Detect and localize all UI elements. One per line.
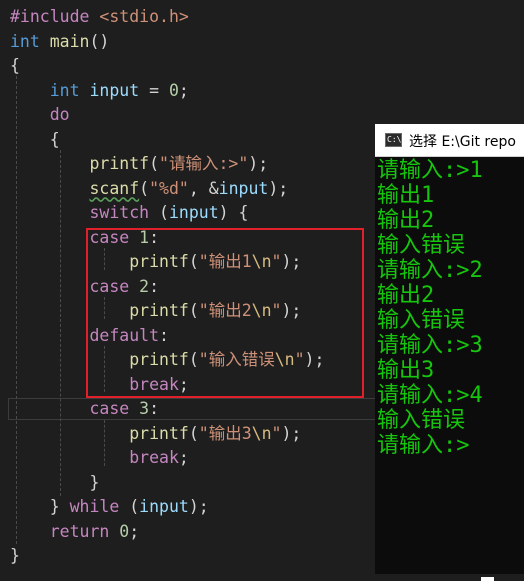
code-token: 0	[119, 521, 130, 541]
code-token: (	[188, 423, 199, 443]
console-output-line: 请输入:>2	[377, 258, 483, 283]
console-output-line: 请输入:>1	[377, 158, 483, 183]
code-token: \n	[251, 423, 272, 443]
code-line: return 0;	[10, 520, 139, 544]
code-token: }	[10, 472, 100, 492]
code-token: ) {	[218, 203, 249, 222]
code-token: ;	[178, 80, 189, 100]
code-token: }	[10, 497, 70, 516]
code-line: int main()	[10, 30, 109, 54]
code-token: case	[89, 399, 130, 418]
code-token: scanf	[89, 178, 140, 198]
code-token: ()	[89, 31, 110, 51]
code-token: );	[281, 423, 302, 443]
code-token: input	[168, 203, 219, 222]
code-line: switch (input) {	[10, 201, 248, 225]
code-token: printf	[89, 154, 150, 173]
code-token: <stdio.h>	[99, 7, 189, 26]
code-token: return	[49, 521, 110, 541]
console-output-line: 请输入:>	[377, 433, 470, 458]
console-titlebar[interactable]: C:\ 选择 E:\Git repo	[375, 124, 524, 157]
console-output-line: 输出2	[377, 208, 435, 233]
code-token: );	[268, 178, 289, 198]
code-token: {	[10, 129, 60, 149]
annotation-red-box	[86, 228, 364, 398]
code-line: }	[10, 544, 20, 568]
code-token: "输出3	[198, 423, 252, 443]
console-window[interactable]: C:\ 选择 E:\Git repo 请输入:>1 输出1 输出2 输入错误 请输入:>…	[375, 124, 524, 581]
code-line: do	[10, 103, 70, 127]
console-title: 选择 E:\Git repo	[409, 134, 516, 150]
code-token: :	[149, 399, 160, 418]
code-token: main	[49, 31, 90, 51]
code-token: break	[129, 448, 179, 467]
code-line: break;	[10, 446, 189, 470]
console-output-line: 输入错误	[377, 233, 466, 258]
code-token: (	[139, 178, 150, 198]
code-token: {	[10, 56, 20, 75]
code-token: (	[149, 154, 160, 173]
code-line: printf("输出3\n");	[10, 422, 301, 446]
console-cursor	[481, 577, 494, 581]
code-line: scanf("%d", &input);	[10, 177, 288, 201]
code-line: printf("请输入:>");	[10, 152, 268, 176]
code-token: "%d"	[149, 178, 189, 198]
console-output-line: 输出2	[377, 283, 435, 308]
code-token: );	[248, 154, 269, 173]
code-token: "请输入:>"	[159, 154, 249, 173]
code-line: int input = 0;	[10, 79, 189, 103]
code-token: #include	[10, 7, 100, 26]
code-token: (	[149, 203, 169, 222]
code-token: );	[188, 497, 209, 516]
indent-guide	[60, 150, 61, 496]
console-app-icon: C:\	[385, 133, 402, 147]
code-token: ;	[129, 521, 140, 541]
code-token: (	[119, 497, 140, 516]
console-output-line: 输入错误	[377, 408, 466, 433]
indent-guide	[104, 420, 105, 466]
code-token: 0	[168, 80, 179, 100]
code-line: {	[10, 128, 60, 152]
code-token: int	[10, 31, 40, 51]
code-token: int	[49, 80, 80, 100]
code-line: #include <stdio.h>	[10, 5, 189, 29]
console-output-line: 请输入:>4	[377, 383, 483, 408]
code-token: switch	[89, 203, 150, 222]
code-token: input	[89, 80, 140, 100]
console-output-line: 输出1	[377, 183, 435, 208]
code-token: input	[139, 497, 189, 516]
code-token: printf	[129, 423, 189, 443]
code-line: } while (input);	[10, 495, 209, 519]
code-line: }	[10, 471, 99, 495]
code-line: {	[10, 54, 20, 78]
code-token: "	[271, 423, 282, 443]
code-token: =	[139, 80, 169, 100]
code-token: , &	[188, 178, 219, 198]
code-token: input	[218, 178, 269, 198]
indent-guide	[16, 76, 17, 544]
console-output-line: 请输入:>3	[377, 333, 483, 358]
console-output-line: 输出3	[377, 358, 435, 383]
console-output-line: 输入错误	[377, 308, 466, 333]
code-token: 3	[139, 399, 150, 418]
code-token: do	[49, 105, 70, 124]
code-token: }	[10, 546, 20, 565]
code-token: ;	[178, 448, 189, 467]
code-line: case 3:	[10, 397, 159, 421]
code-token: while	[69, 497, 120, 516]
